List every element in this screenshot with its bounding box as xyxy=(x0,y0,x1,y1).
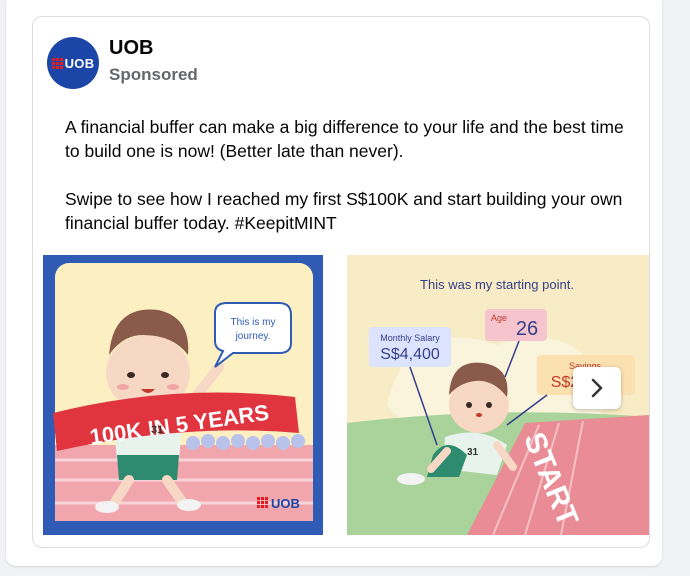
slide-logo-text: UOB xyxy=(271,496,300,511)
carousel-next-button[interactable] xyxy=(573,367,621,409)
page-name-link[interactable]: UOB xyxy=(109,37,153,60)
salary-label: Monthly Salary xyxy=(380,333,440,343)
post-paragraph: A financial buffer can make a big differ… xyxy=(65,117,624,161)
age-label: Age xyxy=(491,313,507,323)
avatar-text: UOB xyxy=(64,55,95,71)
slide-heading: This was my starting point. xyxy=(420,277,574,292)
bubble-line-1: This is my xyxy=(231,317,276,328)
uob-logo-icon xyxy=(257,497,268,508)
salary-value: S$4,400 xyxy=(380,346,440,363)
sponsored-post-card: UOB UOB Sponsored A financial buffer can… xyxy=(32,16,650,548)
carousel-slide-1[interactable]: 100K IN 5 YEARS 31 This is my journey. U… xyxy=(43,255,323,535)
uob-logo-icon xyxy=(51,57,63,69)
page-avatar[interactable]: UOB xyxy=(47,37,99,89)
feed-column: UOB UOB Sponsored A financial buffer can… xyxy=(6,0,662,566)
age-value: 26 xyxy=(516,318,538,340)
bib-number: 31 xyxy=(151,424,163,436)
bubble-line-2: journey. xyxy=(235,331,271,342)
uob-logo: UOB xyxy=(51,55,95,71)
bib-number: 31 xyxy=(467,447,479,458)
post-paragraph: Swipe to see how I reached my first S$10… xyxy=(65,189,623,233)
image-carousel[interactable]: 100K IN 5 YEARS 31 This is my journey. U… xyxy=(43,255,649,535)
sponsored-label[interactable]: Sponsored xyxy=(109,65,198,85)
chevron-right-icon xyxy=(591,378,603,398)
post-text: A financial buffer can make a big differ… xyxy=(65,115,635,259)
